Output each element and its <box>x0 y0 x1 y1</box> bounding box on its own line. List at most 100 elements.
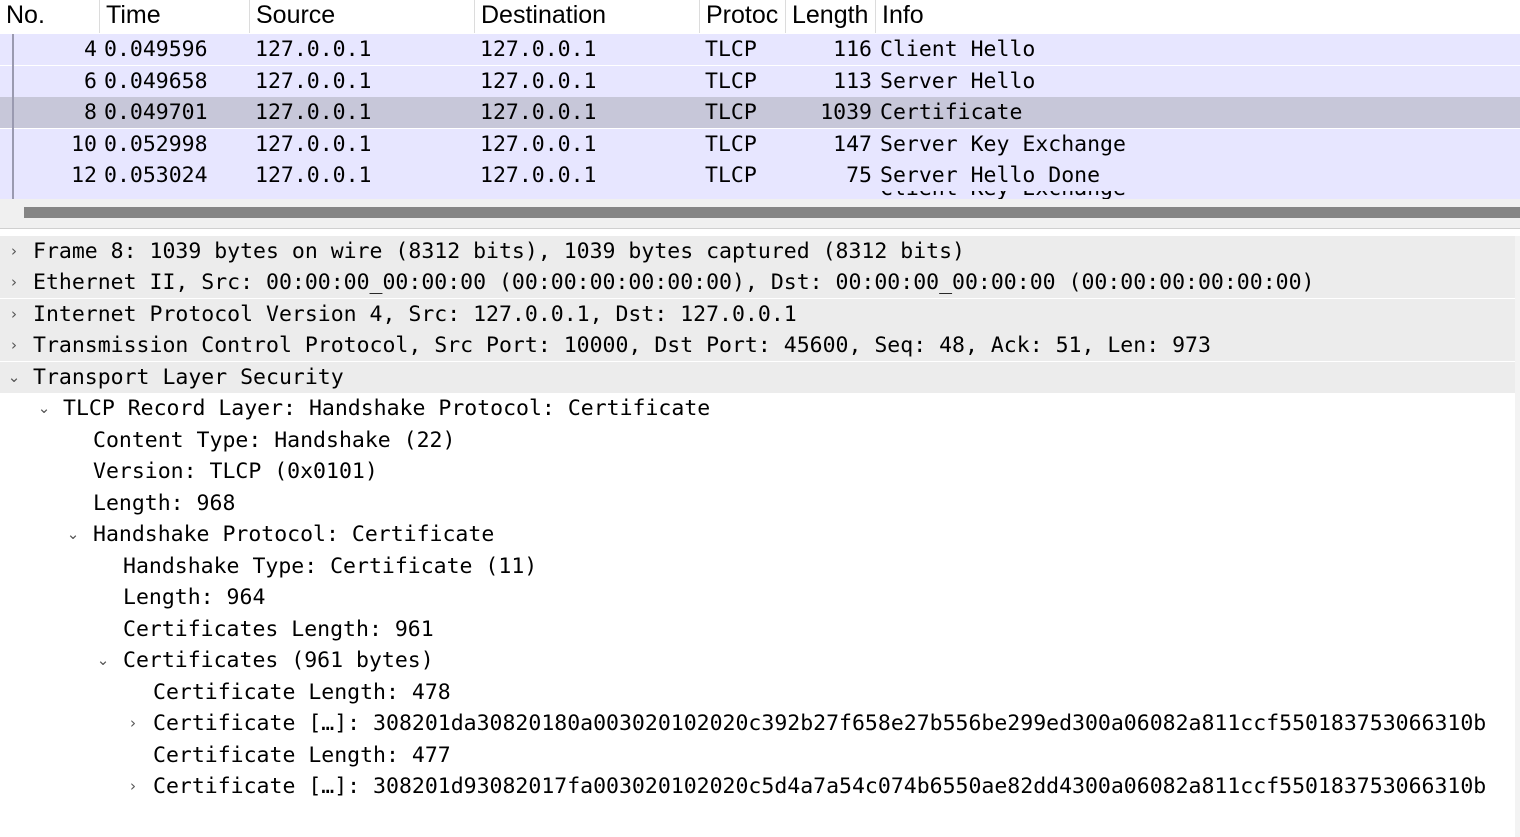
chevron-right-icon[interactable]: › <box>4 236 24 267</box>
tree-item-certificates[interactable]: ⌄ Certificates (961 bytes) <box>0 645 1515 676</box>
packet-time: 0.049701 <box>104 100 208 125</box>
packet-length: 116 <box>833 37 872 62</box>
tree-item-label: Certificates Length: 961 <box>123 617 434 642</box>
tree-item-handshake-length[interactable]: Length: 964 <box>0 582 1515 613</box>
packet-destination: 127.0.0.1 <box>480 132 597 157</box>
packet-info: Server Hello Done <box>880 163 1101 188</box>
tree-item-label: Certificate Length: 477 <box>153 743 451 768</box>
chevron-down-icon[interactable]: ⌄ <box>34 393 54 424</box>
packet-row[interactable]: 6 0.049658 127.0.0.1 127.0.0.1 TLCP 113 … <box>0 66 1520 97</box>
tree-item-label: Certificate Length: 478 <box>153 680 451 705</box>
packet-row-selected[interactable]: 8 0.049701 127.0.0.1 127.0.0.1 TLCP 1039… <box>0 97 1520 128</box>
chevron-right-icon[interactable]: › <box>4 267 24 298</box>
tree-item-label: Content Type: Handshake (22) <box>93 428 456 453</box>
packet-source: 127.0.0.1 <box>255 100 372 125</box>
packet-row-partial[interactable]: Client Key Exchange <box>0 191 1520 199</box>
column-destination[interactable]: Destination <box>475 0 700 33</box>
tree-item-label: Transmission Control Protocol, Src Port:… <box>33 333 1211 358</box>
packet-time: 0.049658 <box>104 69 208 94</box>
chevron-right-icon[interactable]: › <box>123 771 143 802</box>
tree-item-tcp[interactable]: › Transmission Control Protocol, Src Por… <box>0 330 1515 361</box>
tree-item-label: Certificate […]: 308201da30820180a003020… <box>153 711 1487 736</box>
tree-item-length[interactable]: Length: 968 <box>0 488 1515 519</box>
related-packet-indicator <box>12 34 14 199</box>
chevron-down-icon[interactable]: ⌄ <box>4 362 24 393</box>
column-protocol[interactable]: Protoc <box>700 0 786 33</box>
column-info[interactable]: Info <box>876 0 1520 33</box>
tree-item-label: Certificates (961 bytes) <box>123 648 434 673</box>
chevron-right-icon[interactable]: › <box>4 299 24 330</box>
packet-info: Server Hello <box>880 69 1036 94</box>
tree-item-label: Frame 8: 1039 bytes on wire (8312 bits),… <box>33 239 965 264</box>
tree-item-handshake-protocol[interactable]: ⌄ Handshake Protocol: Certificate <box>0 519 1515 550</box>
packet-protocol: TLCP <box>705 69 757 94</box>
packet-length: 75 <box>846 163 872 188</box>
packet-protocol: TLCP <box>705 132 757 157</box>
tree-item-version[interactable]: Version: TLCP (0x0101) <box>0 456 1515 487</box>
packet-time: 0.053024 <box>104 163 208 188</box>
chevron-right-icon[interactable]: › <box>4 330 24 361</box>
divider <box>0 228 1520 229</box>
packet-row[interactable]: 10 0.052998 127.0.0.1 127.0.0.1 TLCP 147… <box>0 129 1520 160</box>
packet-protocol: TLCP <box>705 163 757 188</box>
tree-item-ipv4[interactable]: › Internet Protocol Version 4, Src: 127.… <box>0 299 1515 330</box>
packet-details-tree[interactable]: › Frame 8: 1039 bytes on wire (8312 bits… <box>0 236 1515 837</box>
packet-info: Client Hello <box>880 37 1036 62</box>
packet-destination: 127.0.0.1 <box>480 37 597 62</box>
packet-length: 147 <box>833 132 872 157</box>
column-length[interactable]: Length <box>786 0 876 33</box>
packet-length: 1039 <box>820 100 872 125</box>
horizontal-scrollbar-thumb[interactable] <box>24 207 1520 218</box>
tree-item-label: Internet Protocol Version 4, Src: 127.0.… <box>33 302 797 327</box>
packet-source: 127.0.0.1 <box>255 132 372 157</box>
packet-destination: 127.0.0.1 <box>480 163 597 188</box>
tree-item-label: TLCP Record Layer: Handshake Protocol: C… <box>63 396 711 421</box>
tree-item-certificates-length[interactable]: Certificates Length: 961 <box>0 614 1515 645</box>
tree-item-content-type[interactable]: Content Type: Handshake (22) <box>0 425 1515 456</box>
column-source[interactable]: Source <box>250 0 475 33</box>
tree-item-record-layer[interactable]: ⌄ TLCP Record Layer: Handshake Protocol:… <box>0 393 1515 424</box>
tree-item-label: Ethernet II, Src: 00:00:00_00:00:00 (00:… <box>33 270 1315 295</box>
column-no[interactable]: No. <box>0 0 100 33</box>
tree-item-frame[interactable]: › Frame 8: 1039 bytes on wire (8312 bits… <box>0 236 1515 267</box>
packet-time: 0.052998 <box>104 132 208 157</box>
chevron-down-icon[interactable]: ⌄ <box>63 519 83 550</box>
tree-item-label: Length: 964 <box>123 585 266 610</box>
vertical-scrollbar[interactable] <box>1515 236 1520 837</box>
column-time[interactable]: Time <box>100 0 250 33</box>
tree-item-label: Certificate […]: 308201d93082017fa003020… <box>153 774 1487 799</box>
tree-item-certificate-1[interactable]: › Certificate […]: 308201da30820180a0030… <box>0 708 1515 739</box>
packet-list[interactable]: No. Time Source Destination Protoc Lengt… <box>0 0 1520 199</box>
packet-source: 127.0.0.1 <box>255 69 372 94</box>
packet-info: Client Key Exchange <box>880 191 1126 199</box>
tree-item-label: Length: 968 <box>93 491 236 516</box>
column-header: No. Time Source Destination Protoc Lengt… <box>0 0 1520 33</box>
chevron-down-icon[interactable]: ⌄ <box>93 645 113 676</box>
packet-protocol: TLCP <box>705 100 757 125</box>
packet-no: 10 <box>71 132 97 157</box>
tree-item-ethernet[interactable]: › Ethernet II, Src: 00:00:00_00:00:00 (0… <box>0 267 1515 298</box>
packet-no: 8 <box>84 100 97 125</box>
packet-destination: 127.0.0.1 <box>480 100 597 125</box>
tree-item-certificate-2[interactable]: › Certificate […]: 308201d93082017fa0030… <box>0 771 1515 802</box>
tree-item-certificate-length-1[interactable]: Certificate Length: 478 <box>0 677 1515 708</box>
packet-no: 6 <box>84 69 97 94</box>
packet-protocol: TLCP <box>705 37 757 62</box>
tree-item-label: Version: TLCP (0x0101) <box>93 459 378 484</box>
tree-item-label: Handshake Type: Certificate (11) <box>123 554 538 579</box>
tree-item-tls[interactable]: ⌄ Transport Layer Security <box>0 362 1515 393</box>
tree-item-certificate-length-2[interactable]: Certificate Length: 477 <box>0 740 1515 771</box>
pane-splitter[interactable] <box>0 199 1520 229</box>
tree-item-handshake-type[interactable]: Handshake Type: Certificate (11) <box>0 551 1515 582</box>
packet-time: 0.049596 <box>104 37 208 62</box>
packet-row[interactable]: 4 0.049596 127.0.0.1 127.0.0.1 TLCP 116 … <box>0 34 1520 65</box>
packet-source: 127.0.0.1 <box>255 37 372 62</box>
tree-item-label: Transport Layer Security <box>33 365 344 390</box>
packet-row[interactable]: 12 0.053024 127.0.0.1 127.0.0.1 TLCP 75 … <box>0 160 1520 191</box>
packet-length: 113 <box>833 69 872 94</box>
packet-no: 12 <box>71 163 97 188</box>
packet-source: 127.0.0.1 <box>255 163 372 188</box>
packet-no: 4 <box>84 37 97 62</box>
chevron-right-icon[interactable]: › <box>123 708 143 739</box>
packet-destination: 127.0.0.1 <box>480 69 597 94</box>
